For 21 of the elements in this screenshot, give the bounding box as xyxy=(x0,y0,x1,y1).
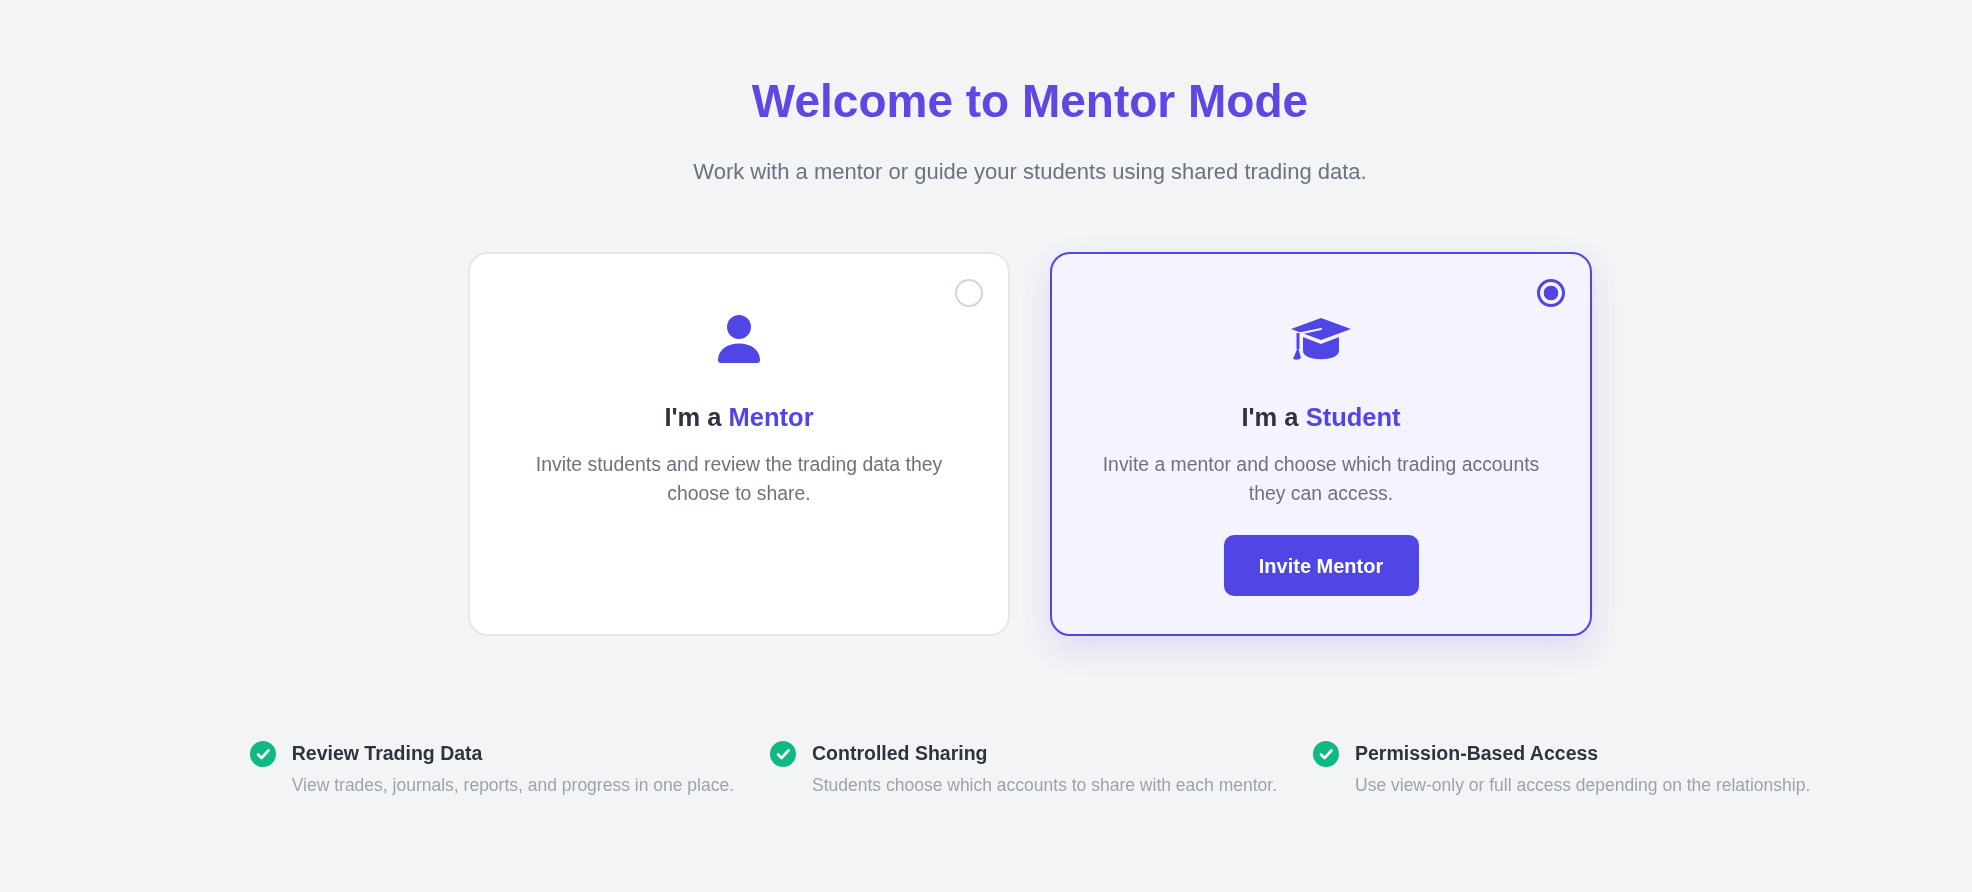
card-title: I'm a Mentor xyxy=(664,402,814,434)
feature-description: Students choose which accounts to share with each mentor. xyxy=(812,774,1277,798)
radio-button[interactable] xyxy=(1537,279,1565,308)
card-description: Invite students and review the trading data they choose to share. xyxy=(534,452,944,507)
feature-title: Permission-Based Access xyxy=(1355,741,1600,767)
check-icon xyxy=(770,741,796,768)
feature-title: Controlled Sharing xyxy=(812,741,989,767)
feature-description: Use view-only or full access depending on the relationship. xyxy=(1355,774,1811,798)
card-description: Invite a mentor and choose which trading accounts they can access. xyxy=(1101,452,1541,507)
page-subtitle: Work with a mentor or guide your students using shared trading data. xyxy=(692,158,1368,187)
graduation-cap-icon xyxy=(1291,318,1351,362)
feature-title: Review Trading Data xyxy=(291,741,484,767)
role-card[interactable]: I'm a Mentor Invite students and review the trading data they choose to share. xyxy=(468,252,1010,637)
role-card[interactable]: I'm a Student Invite a mentor and choose which trading accounts they can access. Invite Mentor xyxy=(1050,252,1592,637)
invite-button[interactable]: Invite Mentor xyxy=(1223,535,1419,597)
feature-description: View trades, journals, reports, and progress in one place. xyxy=(291,774,734,798)
page-title: Welcome to Mentor Mode xyxy=(750,74,1310,129)
check-icon xyxy=(1313,741,1339,768)
check-icon xyxy=(249,741,276,768)
card-title: I'm a Student xyxy=(1241,402,1401,434)
person-icon xyxy=(718,315,760,364)
